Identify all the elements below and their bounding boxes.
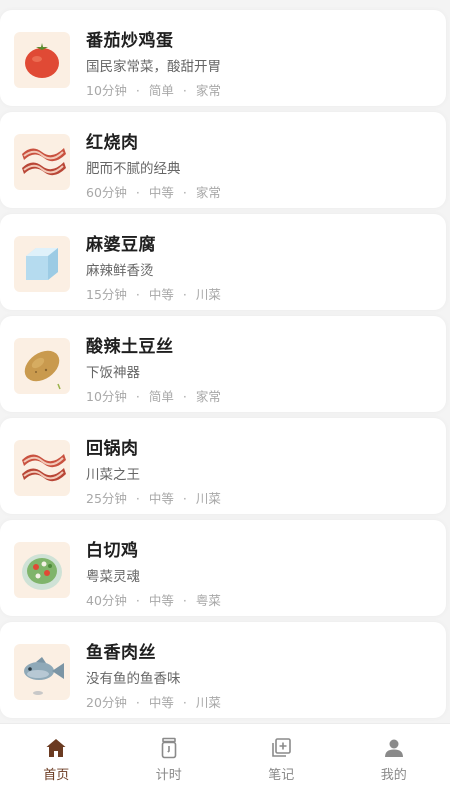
recipe-difficulty: 中等 [149, 593, 174, 608]
recipe-title: 酸辣土豆丝 [86, 332, 174, 357]
meta-separator: · [136, 185, 140, 200]
recipe-title: 回锅肉 [86, 434, 139, 459]
recipe-card[interactable]: 番茄炒鸡蛋 国民家常菜，酸甜开胃 10分钟 · 简单 · 家常 [0, 10, 446, 106]
recipe-time: 15分钟 [86, 287, 127, 302]
tab-profile[interactable]: 我的 [338, 724, 450, 801]
recipe-title: 红烧肉 [86, 128, 139, 153]
recipe-description: 没有鱼的鱼香味 [86, 667, 181, 687]
recipe-description: 下饭神器 [86, 361, 140, 381]
meta-separator: · [136, 491, 140, 506]
recipe-card[interactable]: 回锅肉 川菜之王 25分钟 · 中等 · 川菜 [0, 418, 446, 514]
recipe-difficulty: 中等 [149, 287, 174, 302]
recipe-meta: 20分钟 · 中等 · 川菜 [86, 692, 221, 711]
tab-home[interactable]: 首页 [0, 724, 113, 801]
meta-separator: · [136, 695, 140, 710]
meta-separator: · [183, 287, 187, 302]
tab-label: 首页 [43, 764, 69, 783]
recipe-meta: 10分钟 · 简单 · 家常 [86, 386, 221, 405]
recipe-meta: 25分钟 · 中等 · 川菜 [86, 488, 221, 507]
meta-separator: · [136, 287, 140, 302]
timer-icon [157, 736, 181, 760]
tab-label: 计时 [156, 764, 182, 783]
meta-separator: · [183, 389, 187, 404]
recipe-category: 家常 [196, 83, 221, 98]
home-icon [44, 736, 68, 760]
recipe-time: 10分钟 [86, 389, 127, 404]
recipe-category: 家常 [196, 185, 221, 200]
recipe-time: 40分钟 [86, 593, 127, 608]
meta-separator: · [136, 83, 140, 98]
notes-icon [269, 736, 293, 760]
recipe-card[interactable]: 麻婆豆腐 麻辣鲜香烫 15分钟 · 中等 · 川菜 [0, 214, 446, 310]
recipe-time: 10分钟 [86, 83, 127, 98]
recipe-meta: 15分钟 · 中等 · 川菜 [86, 284, 221, 303]
recipe-title: 麻婆豆腐 [86, 230, 156, 255]
recipe-time: 20分钟 [86, 695, 127, 710]
tab-timer[interactable]: 计时 [113, 724, 226, 801]
recipe-difficulty: 简单 [149, 389, 174, 404]
recipe-description: 川菜之王 [86, 463, 140, 483]
meta-separator: · [136, 593, 140, 608]
recipe-time: 60分钟 [86, 185, 127, 200]
meta-separator: · [183, 593, 187, 608]
meta-separator: · [136, 389, 140, 404]
tab-label: 我的 [381, 764, 407, 783]
recipe-difficulty: 简单 [149, 83, 174, 98]
recipe-description: 国民家常菜，酸甜开胃 [86, 55, 221, 75]
ice-cube-icon [14, 236, 70, 292]
recipe-difficulty: 中等 [149, 695, 174, 710]
person-icon [382, 736, 406, 760]
recipe-category: 粤菜 [196, 593, 221, 608]
recipe-meta: 10分钟 · 简单 · 家常 [86, 80, 221, 99]
recipe-category: 川菜 [196, 287, 221, 302]
potato-icon [14, 338, 70, 394]
recipe-category: 川菜 [196, 695, 221, 710]
recipe-description: 肥而不腻的经典 [86, 157, 181, 177]
recipe-card[interactable]: 酸辣土豆丝 下饭神器 10分钟 · 简单 · 家常 [0, 316, 446, 412]
tomato-icon [14, 32, 70, 88]
recipe-title: 鱼香肉丝 [86, 638, 156, 663]
recipe-list[interactable]: 番茄炒鸡蛋 国民家常菜，酸甜开胃 10分钟 · 简单 · 家常 红烧肉 肥而不腻的经典 … [0, 0, 450, 723]
meta-separator: · [183, 83, 187, 98]
recipe-description: 粤菜灵魂 [86, 565, 140, 585]
recipe-card[interactable]: 鱼香肉丝 没有鱼的鱼香味 20分钟 · 中等 · 川菜 [0, 622, 446, 718]
recipe-meta: 60分钟 · 中等 · 家常 [86, 182, 221, 201]
recipe-title: 白切鸡 [86, 536, 139, 561]
recipe-difficulty: 中等 [149, 491, 174, 506]
tab-notes[interactable]: 笔记 [225, 724, 338, 801]
recipe-category: 家常 [196, 389, 221, 404]
recipe-category: 川菜 [196, 491, 221, 506]
meta-separator: · [183, 695, 187, 710]
recipe-difficulty: 中等 [149, 185, 174, 200]
meta-separator: · [183, 491, 187, 506]
recipe-title: 番茄炒鸡蛋 [86, 26, 174, 51]
salad-icon [14, 542, 70, 598]
tab-label: 笔记 [268, 764, 294, 783]
recipe-time: 25分钟 [86, 491, 127, 506]
recipe-card[interactable]: 红烧肉 肥而不腻的经典 60分钟 · 中等 · 家常 [0, 112, 446, 208]
recipe-card[interactable]: 白切鸡 粤菜灵魂 40分钟 · 中等 · 粤菜 [0, 520, 446, 616]
bacon-icon [14, 134, 70, 190]
meta-separator: · [183, 185, 187, 200]
recipe-meta: 40分钟 · 中等 · 粤菜 [86, 590, 221, 609]
recipe-description: 麻辣鲜香烫 [86, 259, 154, 279]
fish-icon [14, 644, 70, 700]
bottom-tab-bar: 首页 计时 笔记 我的 [0, 723, 450, 801]
bacon-icon [14, 440, 70, 496]
